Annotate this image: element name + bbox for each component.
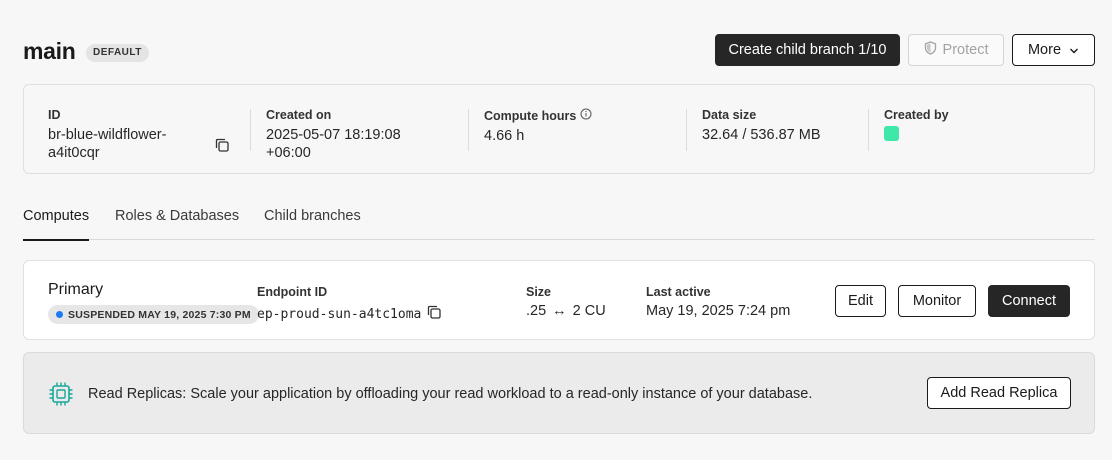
edit-label: Edit	[848, 293, 873, 309]
last-active-label: Last active	[646, 285, 711, 299]
compute-hours-label-row: Compute hours	[484, 108, 592, 123]
chip-icon	[48, 381, 74, 407]
created-on-label: Created on	[266, 108, 332, 122]
compute-hours-field: Compute hours 4.66 h	[484, 108, 592, 145]
created-by-label: Created by	[884, 108, 949, 122]
chevron-down-icon	[1069, 42, 1079, 58]
data-size-field: Data size 32.64 / 536.87 MB	[702, 108, 821, 144]
read-replica-card: Read Replicas: Scale your application by…	[23, 352, 1095, 434]
copy-endpoint-icon[interactable]	[425, 303, 443, 325]
compute-card-primary: Primary SUSPENDED MAY 19, 2025 7:30 PM E…	[23, 260, 1095, 340]
size-value: .25 ↔ 2 CU	[526, 303, 606, 319]
protect-button[interactable]: Protect	[908, 34, 1004, 66]
divider	[686, 109, 687, 151]
status-text: SUSPENDED MAY 19, 2025 7:30 PM	[68, 308, 251, 321]
created-on-line2: +06:00	[266, 145, 311, 161]
created-on-field: Created on 2025-05-07 18:19:08 +06:00	[266, 108, 401, 162]
created-on-line1: 2025-05-07 18:19:08	[266, 127, 401, 143]
edit-button[interactable]: Edit	[835, 285, 886, 317]
id-label: ID	[48, 108, 61, 122]
bidirectional-arrow-icon: ↔	[552, 303, 567, 319]
created-on-value: 2025-05-07 18:19:08 +06:00	[266, 126, 401, 162]
branch-title: main	[23, 38, 76, 64]
info-icon[interactable]	[580, 108, 592, 123]
add-read-replica-button[interactable]: Add Read Replica	[927, 377, 1071, 409]
status-dot	[56, 311, 63, 318]
endpoint-value: ep-proud-sun-a4tc1oma	[257, 306, 422, 322]
tab-computes[interactable]: Computes	[23, 208, 90, 241]
size-field: Size .25 ↔ 2 CU	[526, 285, 606, 319]
protect-label: Protect	[942, 42, 989, 58]
endpoint-value-row: ep-proud-sun-a4tc1oma	[257, 303, 443, 325]
compute-hours-value: 4.66 h	[484, 128, 525, 144]
tab-bar: Computes Roles & Databases Child branche…	[23, 208, 1095, 241]
compute-hours-label: Compute hours	[484, 108, 577, 123]
more-label: More	[1027, 42, 1062, 58]
data-size-value: 32.64 / 536.87 MB	[702, 127, 821, 143]
size-max: 2 CU	[572, 303, 606, 319]
create-child-branch-label: Create child branch 1/10	[728, 42, 887, 58]
connect-label: Connect	[1001, 293, 1056, 309]
more-button[interactable]: More	[1012, 34, 1095, 66]
avatar	[884, 126, 899, 141]
id-field: ID br-blue-wildflower- a4it0cqr	[48, 108, 166, 162]
status-badge: SUSPENDED MAY 19, 2025 7:30 PM	[48, 305, 259, 324]
branch-info-card: ID br-blue-wildflower- a4it0cqr Created …	[23, 84, 1095, 174]
add-read-replica-label: Add Read Replica	[940, 385, 1058, 401]
monitor-button[interactable]: Monitor	[898, 285, 976, 317]
divider	[468, 109, 469, 151]
connect-button[interactable]: Connect	[988, 285, 1070, 317]
monitor-label: Monitor	[912, 293, 962, 309]
tab-child-branches[interactable]: Child branches	[264, 208, 361, 240]
endpoint-label: Endpoint ID	[257, 285, 328, 299]
data-size-label: Data size	[702, 108, 757, 122]
endpoint-field: Endpoint ID ep-proud-sun-a4tc1oma	[257, 285, 443, 325]
last-active-field: Last active May 19, 2025 7:24 pm	[646, 285, 790, 319]
default-badge: DEFAULT	[86, 44, 149, 62]
tab-roles-databases[interactable]: Roles & Databases	[115, 208, 239, 240]
size-min: .25	[526, 303, 547, 319]
branch-header: main DEFAULT Create child branch 1/10 Pr…	[23, 34, 1095, 68]
id-value-line1: br-blue-wildflower-	[48, 127, 167, 143]
read-replica-description: Read Replicas: Scale your application by…	[88, 386, 813, 402]
copy-id-icon[interactable]	[213, 136, 231, 154]
compute-name: Primary	[48, 281, 104, 298]
shield-icon	[924, 41, 937, 59]
id-value: br-blue-wildflower- a4it0cqr	[48, 126, 166, 162]
last-active-value: May 19, 2025 7:24 pm	[646, 303, 791, 319]
create-child-branch-button[interactable]: Create child branch 1/10	[715, 34, 900, 66]
id-value-line2: a4it0cqr	[48, 145, 100, 161]
size-label: Size	[526, 285, 552, 299]
created-by-field: Created by	[884, 108, 949, 141]
divider	[868, 109, 869, 151]
divider	[250, 109, 251, 151]
